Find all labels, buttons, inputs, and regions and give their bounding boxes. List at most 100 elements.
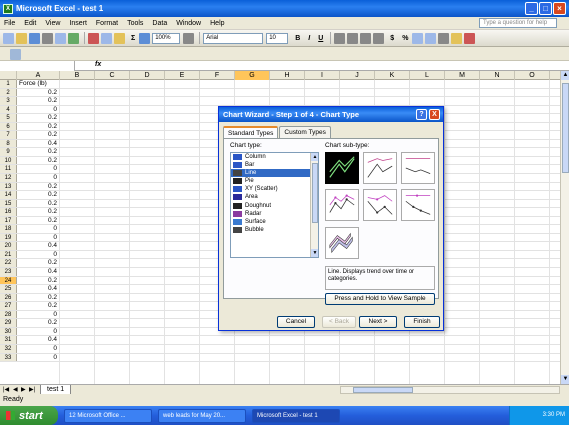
row-header[interactable]: 1: [0, 80, 17, 88]
column-header-n[interactable]: N: [480, 71, 515, 80]
cell-a[interactable]: 0.2: [17, 131, 60, 139]
cell-a[interactable]: 0.2: [17, 208, 60, 216]
cancel-button[interactable]: Cancel: [277, 316, 315, 328]
row-header[interactable]: 32: [0, 344, 17, 353]
row-header[interactable]: 24: [0, 276, 17, 285]
row-header[interactable]: 22: [0, 259, 17, 268]
cell-a[interactable]: 0.4: [17, 139, 60, 148]
column-header-a[interactable]: A: [17, 71, 60, 80]
menu-edit[interactable]: Edit: [24, 20, 36, 27]
currency-button[interactable]: $: [390, 35, 394, 42]
chart-type-item[interactable]: Pie: [231, 177, 318, 185]
cell-a[interactable]: 0.2: [17, 114, 60, 122]
cell-a[interactable]: 0.2: [17, 97, 60, 105]
cell-a[interactable]: 0: [17, 233, 60, 242]
chart-type-item[interactable]: Column: [231, 153, 318, 161]
cell-a[interactable]: 0.2: [17, 259, 60, 268]
press-hold-sample-button[interactable]: Press and Hold to View Sample: [325, 293, 435, 305]
prev-sheet-icon[interactable]: ◀: [13, 386, 18, 393]
menu-window[interactable]: Window: [176, 20, 201, 27]
spelling-icon[interactable]: [68, 32, 79, 44]
row-header[interactable]: 11: [0, 165, 17, 174]
column-header-c[interactable]: C: [95, 71, 130, 80]
cell-a[interactable]: 0: [17, 250, 60, 259]
scroll-up-icon[interactable]: ▲: [561, 71, 569, 80]
row-header[interactable]: 2: [0, 88, 17, 97]
toolbar-options-icon[interactable]: [10, 49, 21, 60]
first-sheet-icon[interactable]: |◀: [3, 386, 9, 393]
decrease-decimal-icon[interactable]: [412, 32, 424, 44]
row-header[interactable]: 33: [0, 353, 17, 362]
row-header[interactable]: 29: [0, 319, 17, 327]
underline-button[interactable]: U: [318, 35, 323, 42]
subtype-line-selected[interactable]: [325, 152, 359, 184]
preview-icon[interactable]: [55, 32, 66, 44]
chart-type-item[interactable]: Bubble: [231, 226, 318, 234]
row-header[interactable]: 21: [0, 250, 17, 259]
font-color-icon[interactable]: [464, 32, 476, 44]
list-scroll-thumb[interactable]: [312, 163, 318, 223]
borders-icon[interactable]: [438, 32, 450, 44]
row-header[interactable]: 20: [0, 242, 17, 250]
row-header[interactable]: 28: [0, 310, 17, 319]
cell-a[interactable]: 0.2: [17, 302, 60, 310]
cell-a[interactable]: 0: [17, 105, 60, 114]
cell-a[interactable]: 0.2: [17, 216, 60, 225]
percent-button[interactable]: %: [402, 35, 408, 42]
cell-a[interactable]: 0: [17, 165, 60, 174]
cell-a[interactable]: 0.2: [17, 122, 60, 131]
align-right-icon[interactable]: [360, 32, 372, 44]
subtype-100-stacked-line[interactable]: [401, 152, 435, 184]
column-header-b[interactable]: B: [60, 71, 95, 80]
cell-a[interactable]: 0.2: [17, 276, 60, 285]
help-icon[interactable]: [183, 32, 195, 44]
column-header-k[interactable]: K: [375, 71, 410, 80]
cell-a[interactable]: 0.4: [17, 268, 60, 276]
vertical-scrollbar[interactable]: ▲ ▼: [560, 71, 569, 384]
row-header[interactable]: 9: [0, 148, 17, 156]
chart-type-item[interactable]: Surface: [231, 218, 318, 226]
cell-a[interactable]: 0.2: [17, 156, 60, 165]
cell-a[interactable]: 0.2: [17, 182, 60, 191]
row-header[interactable]: 27: [0, 302, 17, 310]
menu-view[interactable]: View: [45, 20, 60, 27]
menu-file[interactable]: File: [4, 20, 15, 27]
last-sheet-icon[interactable]: ▶|: [29, 386, 35, 393]
chart-type-item[interactable]: Doughnut: [231, 202, 318, 210]
bold-button[interactable]: B: [295, 35, 300, 42]
subtype-3d-line[interactable]: [325, 227, 359, 259]
column-header-h[interactable]: H: [270, 71, 305, 80]
row-header[interactable]: 8: [0, 139, 17, 148]
dialog-close-button[interactable]: X: [429, 109, 440, 120]
menu-insert[interactable]: Insert: [69, 20, 87, 27]
cell-a[interactable]: 0: [17, 353, 60, 362]
cell-a[interactable]: 0.2: [17, 191, 60, 199]
fx-icon[interactable]: fx: [95, 61, 101, 68]
scroll-thumb[interactable]: [562, 83, 569, 173]
cell-a[interactable]: Force (lb): [17, 80, 60, 88]
row-header[interactable]: 10: [0, 156, 17, 165]
subtype-line-markers[interactable]: [325, 189, 359, 221]
row-header[interactable]: 30: [0, 327, 17, 336]
align-left-icon[interactable]: [334, 32, 346, 44]
cell-a[interactable]: 0.2: [17, 199, 60, 208]
menu-format[interactable]: Format: [96, 20, 118, 27]
type-list-scrollbar[interactable]: ▲ ▼: [310, 153, 318, 257]
row-header[interactable]: 23: [0, 268, 17, 276]
cell-a[interactable]: 0.4: [17, 285, 60, 293]
scroll-down-icon[interactable]: ▼: [561, 375, 569, 384]
chart-type-item[interactable]: Bar: [231, 161, 318, 169]
print-icon[interactable]: [42, 32, 53, 44]
row-header[interactable]: 16: [0, 208, 17, 216]
task-excel[interactable]: Microsoft Excel - test 1: [252, 408, 340, 423]
column-header-l[interactable]: L: [410, 71, 445, 80]
hscroll-thumb[interactable]: [353, 387, 413, 393]
row-header[interactable]: 14: [0, 191, 17, 199]
row-header[interactable]: 25: [0, 285, 17, 293]
indent-icon[interactable]: [425, 32, 437, 44]
row-header[interactable]: 26: [0, 293, 17, 302]
font-size-select[interactable]: 10: [266, 32, 289, 44]
row-header[interactable]: 6: [0, 122, 17, 131]
align-center-icon[interactable]: [347, 32, 359, 44]
open-icon[interactable]: [16, 32, 27, 44]
